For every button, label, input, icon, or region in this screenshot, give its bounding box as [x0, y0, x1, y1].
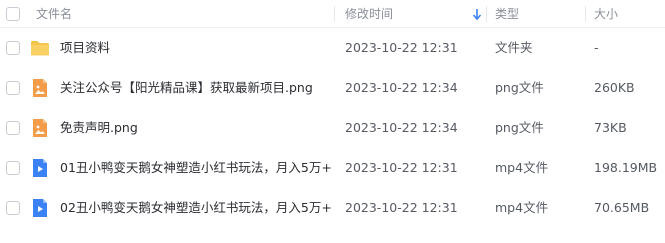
file-type: 文件夹	[495, 40, 533, 55]
table-row[interactable]: 01丑小鸭变天鹅女神塑造小红书玩法，月入5万+... 2023-10-22 12…	[0, 148, 665, 188]
file-type: mp4文件	[495, 200, 549, 215]
table-row[interactable]: 02丑小鸭变天鹅女神塑造小红书玩法，月入5万+... 2023-10-22 12…	[0, 188, 665, 228]
column-divider	[486, 6, 487, 22]
file-type: png文件	[495, 80, 544, 95]
file-size: -	[594, 40, 599, 55]
row-checkbox[interactable]	[6, 81, 20, 95]
file-name[interactable]: 02丑小鸭变天鹅女神塑造小红书玩法，月入5万+...	[60, 188, 332, 228]
file-modified-time: 2023-10-22 12:31	[345, 40, 458, 55]
select-all-checkbox[interactable]	[6, 7, 20, 21]
column-divider	[585, 6, 586, 22]
file-name[interactable]: 免责声明.png	[60, 108, 332, 148]
file-name[interactable]: 01丑小鸭变天鹅女神塑造小红书玩法，月入5万+...	[60, 148, 332, 188]
file-size: 73KB	[594, 120, 627, 135]
sort-descending-icon[interactable]	[470, 0, 484, 28]
file-modified-time: 2023-10-22 12:34	[345, 80, 458, 95]
file-size: 260KB	[594, 80, 635, 95]
image-file-icon	[30, 78, 50, 98]
file-size: 198.19MB	[594, 160, 658, 175]
row-checkbox[interactable]	[6, 161, 20, 175]
file-list-table: 文件名 修改时间 类型 大小 项目资料 2023-10-22 12:31 文件夹…	[0, 0, 665, 243]
video-file-icon	[30, 158, 50, 178]
column-header-size[interactable]: 大小	[594, 0, 618, 28]
video-file-icon	[30, 198, 50, 218]
column-header-type[interactable]: 类型	[495, 0, 519, 28]
file-name[interactable]: 关注公众号【阳光精品课】获取最新项目.png	[60, 68, 332, 108]
row-checkbox[interactable]	[6, 41, 20, 55]
file-name[interactable]: 项目资料	[60, 28, 332, 68]
column-header-modified-time[interactable]: 修改时间	[345, 0, 393, 28]
image-file-icon	[30, 118, 50, 138]
row-checkbox[interactable]	[6, 121, 20, 135]
table-row[interactable]: 关注公众号【阳光精品课】获取最新项目.png 2023-10-22 12:34 …	[0, 68, 665, 108]
file-type: mp4文件	[495, 160, 549, 175]
file-modified-time: 2023-10-22 12:31	[345, 200, 458, 215]
table-row[interactable]: 项目资料 2023-10-22 12:31 文件夹 -	[0, 28, 665, 68]
column-divider	[334, 6, 335, 22]
folder-icon	[30, 38, 50, 58]
file-type: png文件	[495, 120, 544, 135]
table-header: 文件名 修改时间 类型 大小	[0, 0, 665, 28]
file-modified-time: 2023-10-22 12:31	[345, 160, 458, 175]
file-size: 70.65MB	[594, 200, 650, 215]
row-checkbox[interactable]	[6, 201, 20, 215]
column-header-name[interactable]: 文件名	[36, 0, 72, 28]
table-row[interactable]: 免责声明.png 2023-10-22 12:34 png文件 73KB	[0, 108, 665, 148]
file-modified-time: 2023-10-22 12:34	[345, 120, 458, 135]
